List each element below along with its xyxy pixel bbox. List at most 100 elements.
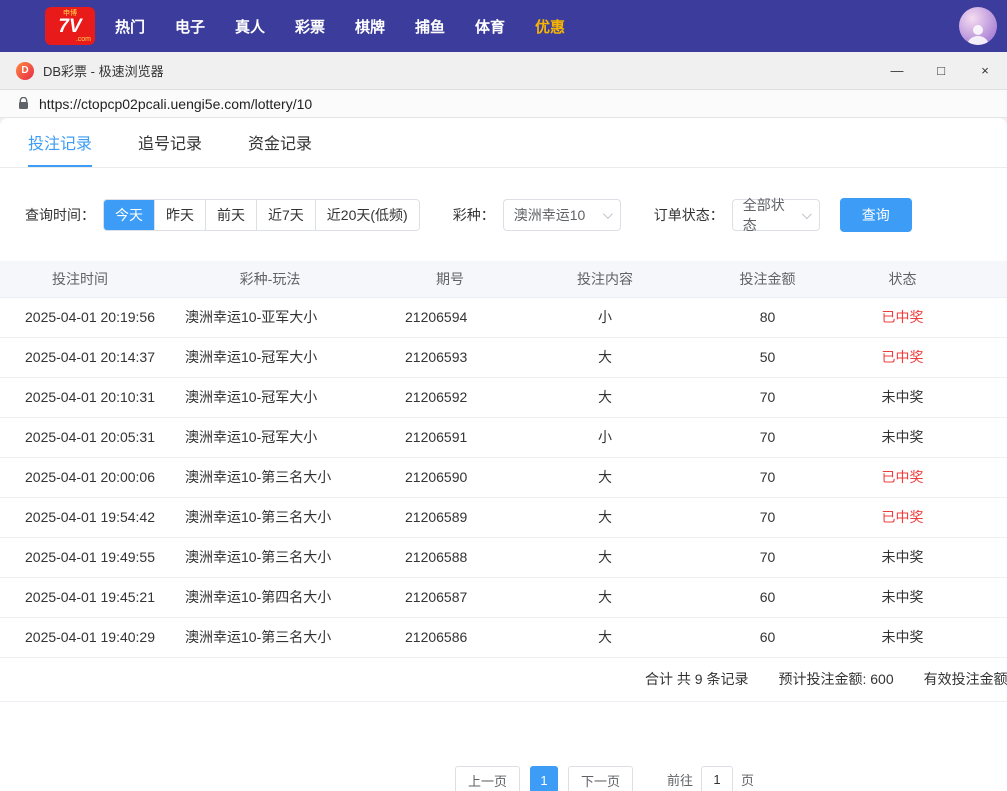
prev-page-button[interactable]: 上一页 (455, 766, 520, 791)
record-tabs: 投注记录追号记录资金记录 (0, 118, 1007, 168)
valid-bet-amount: 有效投注金额 (924, 669, 1007, 689)
logo-suffix-text: .com (76, 36, 91, 43)
cell-status: 已中奖 (845, 337, 960, 377)
status-badge: 已中奖 (882, 309, 924, 325)
column-header: 彩种-玩法 (160, 261, 380, 297)
browser-titlebar: D DB彩票 - 极速浏览器 — □ × (0, 52, 1007, 90)
spacer (960, 457, 1007, 497)
window-title: DB彩票 - 极速浏览器 (43, 61, 164, 80)
spacer (960, 377, 1007, 417)
goto-label: 前往 (667, 770, 693, 789)
address-bar[interactable]: https://ctopcp02pcali.uengi5e.com/lotter… (0, 90, 1007, 118)
close-icon[interactable]: × (963, 52, 1007, 89)
spacer (960, 497, 1007, 537)
cell-bet-time: 2025-04-01 19:40:29 (0, 617, 160, 657)
spacer (960, 537, 1007, 577)
time-filter-option[interactable]: 前天 (205, 200, 256, 230)
cell-game-play: 澳洲幸运10-冠军大小 (160, 337, 380, 377)
cell-bet-content: 大 (520, 497, 690, 537)
cell-game-play: 澳洲幸运10-第三名大小 (160, 497, 380, 537)
cell-status: 未中奖 (845, 577, 960, 617)
cell-status: 未中奖 (845, 537, 960, 577)
table-header-row: 投注时间彩种-玩法期号投注内容投注金额状态 (0, 261, 1007, 297)
cell-game-play: 澳洲幸运10-冠军大小 (160, 417, 380, 457)
tab-item[interactable]: 资金记录 (248, 118, 312, 167)
cell-period: 21206587 (380, 577, 520, 617)
column-header: 期号 (380, 261, 520, 297)
tab-item[interactable]: 追号记录 (138, 118, 202, 167)
summary-row: 合计 共 9 条记录 预计投注金额: 600 有效投注金额 (0, 658, 1007, 702)
spacer (960, 337, 1007, 377)
nav-item[interactable]: 热门 (115, 16, 145, 37)
url-text: https://ctopcp02pcali.uengi5e.com/lotter… (39, 96, 312, 112)
cell-period: 21206594 (380, 297, 520, 337)
order-status-value: 全部状态 (743, 195, 794, 235)
nav-item[interactable]: 彩票 (295, 16, 325, 37)
cell-bet-content: 大 (520, 337, 690, 377)
lottery-label: 彩种： (453, 205, 495, 225)
cell-bet-content: 大 (520, 577, 690, 617)
minimize-icon[interactable]: — (875, 52, 919, 89)
nav-item[interactable]: 优惠 (535, 16, 565, 37)
logo-main-text: 7V (58, 17, 81, 36)
goto-page-input[interactable] (701, 766, 733, 791)
cell-bet-time: 2025-04-01 20:10:31 (0, 377, 160, 417)
status-badge: 未中奖 (882, 429, 924, 445)
time-filter-option[interactable]: 近20天(低频) (315, 200, 419, 230)
cell-period: 21206590 (380, 457, 520, 497)
cell-bet-amount: 50 (690, 337, 845, 377)
cell-period: 21206591 (380, 417, 520, 457)
cell-bet-content: 大 (520, 377, 690, 417)
site-favicon-icon: D (16, 62, 34, 80)
nav-item[interactable]: 捕鱼 (415, 16, 445, 37)
search-button[interactable]: 查询 (840, 198, 912, 232)
cell-bet-amount: 70 (690, 377, 845, 417)
cell-game-play: 澳洲幸运10-冠军大小 (160, 377, 380, 417)
table-row: 2025-04-01 20:00:06澳洲幸运10-第三名大小21206590大… (0, 457, 1007, 497)
user-avatar[interactable] (959, 7, 997, 45)
cell-bet-time: 2025-04-01 20:05:31 (0, 417, 160, 457)
status-badge: 未中奖 (882, 549, 924, 565)
nav-item[interactable]: 电子 (175, 16, 205, 37)
chevron-down-icon (603, 209, 613, 219)
order-status-select[interactable]: 全部状态 (732, 199, 820, 231)
maximize-icon[interactable]: □ (919, 52, 963, 89)
spacer (960, 417, 1007, 457)
cell-game-play: 澳洲幸运10-第四名大小 (160, 577, 380, 617)
cell-bet-content: 小 (520, 417, 690, 457)
status-badge: 未中奖 (882, 389, 924, 405)
next-page-button[interactable]: 下一页 (568, 766, 633, 791)
cell-bet-time: 2025-04-01 20:14:37 (0, 337, 160, 377)
time-filter-option[interactable]: 近7天 (256, 200, 315, 230)
person-icon (965, 21, 991, 45)
spacer (960, 261, 1007, 297)
tab-item[interactable]: 投注记录 (28, 118, 92, 167)
table-row: 2025-04-01 19:40:29澳洲幸运10-第三名大小21206586大… (0, 617, 1007, 657)
column-header: 状态 (845, 261, 960, 297)
cell-bet-content: 大 (520, 537, 690, 577)
site-logo[interactable]: 申博 7V .com (45, 7, 95, 45)
lottery-select[interactable]: 澳洲幸运10 (503, 199, 621, 231)
time-filter-label: 查询时间： (25, 205, 95, 225)
spacer (960, 617, 1007, 657)
status-badge: 已中奖 (882, 469, 924, 485)
table-row: 2025-04-01 20:10:31澳洲幸运10-冠军大小21206592大7… (0, 377, 1007, 417)
page-number-button[interactable]: 1 (530, 766, 558, 791)
cell-status: 未中奖 (845, 417, 960, 457)
time-filter-option[interactable]: 昨天 (154, 200, 205, 230)
cell-status: 未中奖 (845, 377, 960, 417)
nav-item[interactable]: 真人 (235, 16, 265, 37)
cell-status: 已中奖 (845, 497, 960, 537)
status-badge: 未中奖 (882, 629, 924, 645)
pagination: 上一页 1 下一页 前往 页 (455, 766, 754, 791)
table-row: 2025-04-01 20:05:31澳洲幸运10-冠军大小21206591小7… (0, 417, 1007, 457)
status-badge: 已中奖 (882, 509, 924, 525)
goto-unit: 页 (741, 770, 754, 789)
nav-item[interactable]: 体育 (475, 16, 505, 37)
nav-item[interactable]: 棋牌 (355, 16, 385, 37)
chevron-down-icon (802, 209, 812, 219)
table-row: 2025-04-01 19:54:42澳洲幸运10-第三名大小21206589大… (0, 497, 1007, 537)
cell-status: 已中奖 (845, 297, 960, 337)
column-header: 投注内容 (520, 261, 690, 297)
time-filter-option[interactable]: 今天 (104, 200, 154, 230)
